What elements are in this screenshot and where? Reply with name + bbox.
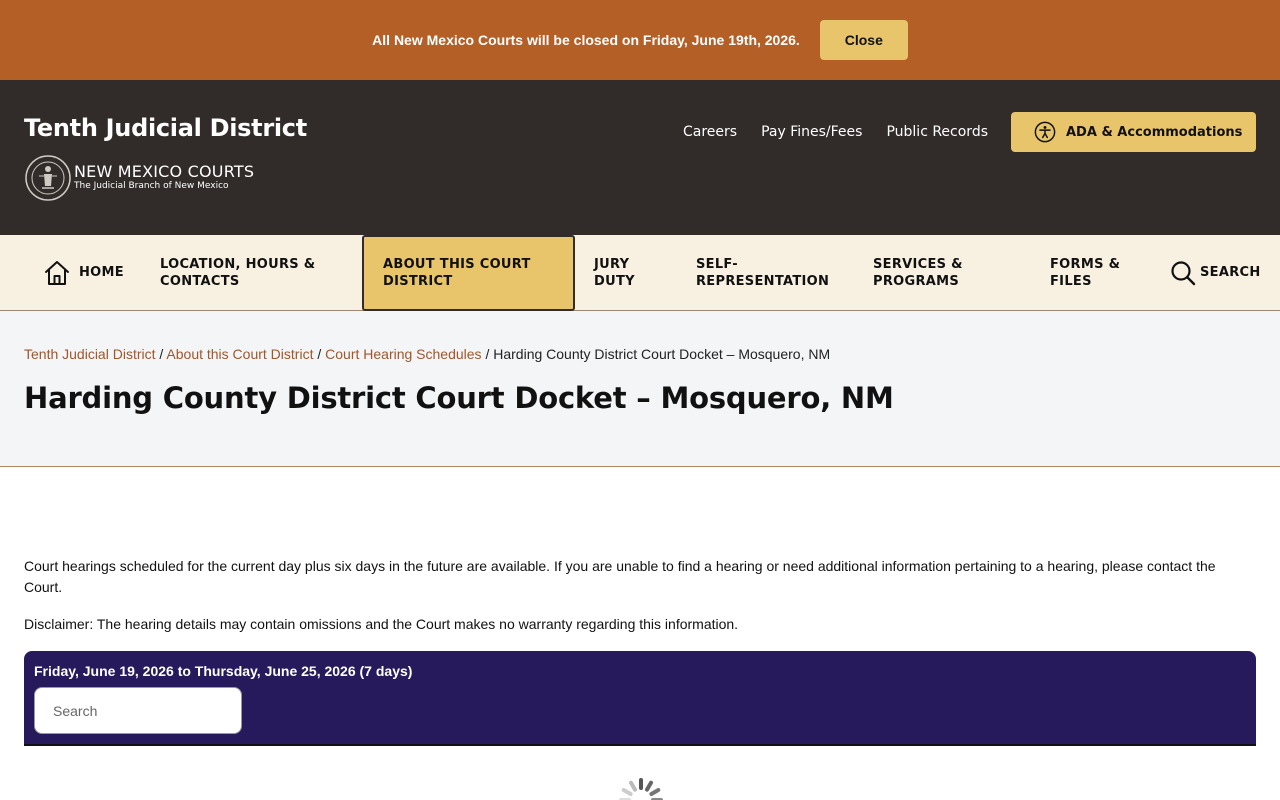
intro-paragraph: Court hearings scheduled for the current…: [24, 558, 1216, 595]
breadcrumb-separator: /: [317, 346, 326, 362]
nav-about-court-district[interactable]: ABOUT THIS COURT DISTRICT: [362, 235, 575, 311]
docket-date-range: Friday, June 19, 2026 to Thursday, June …: [34, 663, 413, 679]
pay-fines-link[interactable]: Pay Fines/Fees: [761, 124, 862, 140]
alert-banner: All New Mexico Courts will be closed on …: [0, 0, 1280, 80]
accessibility-icon: [1034, 121, 1056, 143]
brand-tagline: The Judicial Branch of New Mexico: [74, 181, 229, 191]
alert-message: All New Mexico Courts will be closed on …: [372, 32, 800, 48]
nav-self-representation[interactable]: SELF-REPRESENTATION: [696, 235, 846, 310]
nav-search-label: SEARCH: [1200, 265, 1261, 280]
nav-forms-files[interactable]: FORMS & FILES: [1050, 235, 1130, 310]
breadcrumb-current: Harding County District Court Docket – M…: [493, 346, 831, 362]
breadcrumb: Tenth Judicial District / About this Cou…: [24, 346, 830, 362]
home-icon: [45, 260, 69, 285]
breadcrumb-link[interactable]: About this Court District: [166, 346, 313, 362]
brand-name: NEW MEXICO COURTS: [74, 162, 255, 181]
nav-search[interactable]: SEARCH: [1170, 235, 1261, 310]
nm-courts-brand[interactable]: NEW MEXICO COURTS The Judicial Branch of…: [24, 154, 254, 202]
disclaimer-paragraph: Disclaimer: The hearing details may cont…: [24, 616, 739, 632]
nav-home-label: HOME: [79, 265, 124, 280]
court-seal-icon: [25, 155, 71, 201]
loading-spinner-icon: [619, 778, 663, 800]
breadcrumb-link[interactable]: Tenth Judicial District: [24, 346, 156, 362]
search-icon: [1171, 260, 1196, 285]
nav-jury-duty[interactable]: JURY DUTY: [594, 235, 664, 310]
ada-accommodations-button[interactable]: ADA & Accommodations: [1011, 112, 1256, 152]
nav-home[interactable]: HOME: [43, 235, 124, 310]
page-content: Court hearings scheduled for the current…: [24, 556, 1256, 635]
nav-location-hours-contacts[interactable]: LOCATION, HOURS & CONTACTS: [160, 235, 330, 310]
main-nav: HOME LOCATION, HOURS & CONTACTS ABOUT TH…: [0, 235, 1280, 311]
utility-nav: Careers Pay Fines/Fees Public Records: [683, 124, 988, 140]
page-header: Tenth Judicial District / About this Cou…: [0, 311, 1280, 467]
docket-panel: Friday, June 19, 2026 to Thursday, June …: [24, 651, 1256, 746]
site-header: Tenth Judicial District NEW MEXICO COURT…: [0, 80, 1280, 235]
nav-services-programs[interactable]: SERVICES & PROGRAMS: [873, 235, 983, 310]
breadcrumb-link[interactable]: Court Hearing Schedules: [325, 346, 481, 362]
careers-link[interactable]: Careers: [683, 124, 737, 140]
docket-search-input[interactable]: [34, 687, 242, 734]
page-title: Harding County District Court Docket – M…: [24, 381, 894, 415]
site-title[interactable]: Tenth Judicial District: [24, 114, 307, 142]
alert-close-button[interactable]: Close: [819, 20, 908, 60]
public-records-link[interactable]: Public Records: [886, 124, 988, 140]
ada-label: ADA & Accommodations: [1066, 124, 1243, 140]
